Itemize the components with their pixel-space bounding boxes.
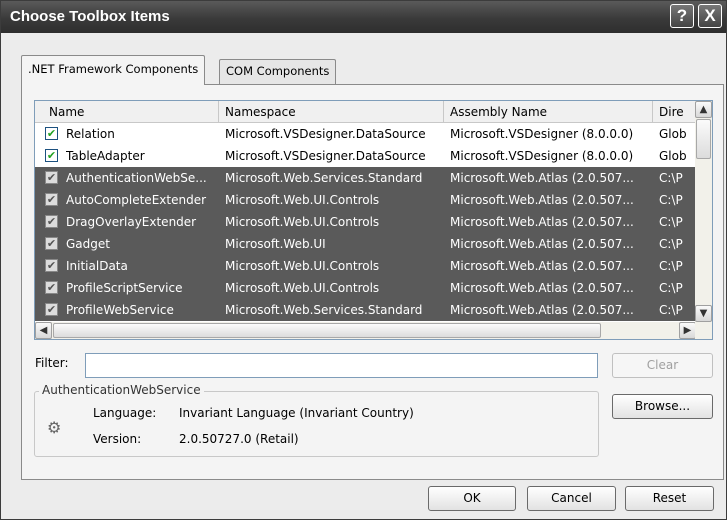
tab-net-framework-components[interactable]: .NET Framework Components — [21, 55, 206, 85]
row-checkbox[interactable]: ✔ — [45, 237, 58, 250]
tab-label: COM Components — [226, 64, 330, 78]
tab-label: .NET Framework Components — [28, 62, 199, 76]
table-row[interactable]: ✔ ProfileScriptService Microsoft.Web.UI.Co… — [35, 277, 697, 299]
cell-assembly: Microsoft.VSDesigner (8.0.0.0) — [450, 149, 634, 163]
cell-directory: C:\P — [659, 303, 683, 317]
reset-button[interactable]: Reset — [625, 486, 714, 511]
cell-name: Relation — [66, 127, 115, 141]
cell-namespace: Microsoft.Web.UI.Controls — [225, 215, 380, 229]
row-checkbox[interactable]: ✔ — [45, 215, 58, 228]
column-header-namespace[interactable]: Namespace — [219, 101, 444, 123]
cell-directory: C:\P — [659, 193, 683, 207]
cell-assembly: Microsoft.Web.Atlas (2.0.507... — [450, 193, 634, 207]
row-checkbox[interactable]: ✔ — [45, 281, 58, 294]
row-checkbox[interactable]: ✔ — [45, 193, 58, 206]
cell-assembly: Microsoft.Web.Atlas (2.0.507... — [450, 259, 634, 273]
vertical-scroll-thumb[interactable] — [696, 119, 711, 159]
horizontal-scroll-thumb[interactable] — [53, 323, 601, 338]
table-row[interactable]: ✔ InitialData Microsoft.Web.UI.Controls Mic… — [35, 255, 697, 277]
window-title: Choose Toolbox Items — [10, 8, 170, 25]
cell-name: DragOverlayExtender — [66, 215, 197, 229]
filter-input[interactable] — [85, 353, 598, 378]
help-button[interactable]: ? — [670, 4, 694, 28]
details-group-title: AuthenticationWebService — [39, 383, 204, 397]
title-bar[interactable]: Choose Toolbox Items ? X — [1, 1, 726, 33]
cell-assembly: Microsoft.Web.Atlas (2.0.507... — [450, 281, 634, 295]
cell-namespace: Microsoft.Web.Services.Standard — [225, 171, 423, 185]
cell-directory: Glob — [659, 149, 687, 163]
cell-assembly: Microsoft.Web.Atlas (2.0.507... — [450, 171, 634, 185]
column-header-name[interactable]: Name — [35, 101, 219, 123]
table-row[interactable]: ✔ ProfileWebService Microsoft.Web.Services… — [35, 299, 697, 321]
row-checkbox[interactable]: ✔ — [45, 171, 58, 184]
cell-directory: C:\P — [659, 281, 683, 295]
cell-name: TableAdapter — [66, 149, 145, 163]
language-value: Invariant Language (Invariant Country) — [179, 406, 414, 420]
cell-directory: C:\P — [659, 237, 683, 251]
language-label: Language: — [93, 406, 157, 420]
cell-name: AuthenticationWebSe... — [66, 171, 207, 185]
cell-name: ProfileScriptService — [66, 281, 183, 295]
cell-name: ProfileWebService — [66, 303, 174, 317]
cell-namespace: Microsoft.Web.Services.Standard — [225, 303, 423, 317]
scroll-up-arrow-icon[interactable]: ▲ — [695, 101, 712, 118]
table-row[interactable]: ✔ Gadget Microsoft.Web.UI Microsoft.Web.Atl… — [35, 233, 697, 255]
column-header-directory[interactable]: Dire — [653, 101, 697, 123]
browse-button[interactable]: Browse... — [612, 394, 713, 419]
component-details-group: AuthenticationWebService ⚙ Language: Inv… — [34, 383, 599, 457]
cell-assembly: Microsoft.Web.Atlas (2.0.507... — [450, 237, 634, 251]
table-row[interactable]: ✔ DragOverlayExtender Microsoft.Web.UI.Con… — [35, 211, 697, 233]
cell-name: InitialData — [66, 259, 128, 273]
row-checkbox[interactable]: ✔ — [45, 303, 58, 316]
horizontal-scrollbar[interactable]: ◀ ▶ — [35, 322, 712, 339]
cell-namespace: Microsoft.VSDesigner.DataSource — [225, 127, 426, 141]
tab-com-components[interactable]: COM Components — [219, 59, 337, 84]
components-list[interactable]: Name Namespace Assembly Name Dire ✔ Relat… — [34, 100, 713, 340]
cell-assembly: Microsoft.Web.Atlas (2.0.507... — [450, 215, 634, 229]
ok-button[interactable]: OK — [428, 486, 516, 511]
row-checkbox[interactable]: ✔ — [45, 259, 58, 272]
cell-name: AutoCompleteExtender — [66, 193, 207, 207]
cell-directory: C:\P — [659, 215, 683, 229]
gear-icon: ⚙ — [47, 418, 62, 437]
clear-button[interactable]: Clear — [612, 353, 713, 378]
cell-directory: C:\P — [659, 171, 683, 185]
filter-label: Filter: — [35, 356, 69, 370]
scroll-right-arrow-icon[interactable]: ▶ — [679, 322, 696, 339]
row-checkbox[interactable]: ✔ — [45, 127, 58, 140]
cancel-button[interactable]: Cancel — [527, 486, 616, 511]
vertical-scrollbar[interactable]: ▲ ▼ — [695, 101, 712, 322]
version-label: Version: — [93, 432, 142, 446]
cell-namespace: Microsoft.Web.UI.Controls — [225, 281, 380, 295]
scrollbar-corner — [695, 322, 712, 339]
table-row[interactable]: ✔ AuthenticationWebSe... Microsoft.Web.Ser… — [35, 167, 697, 189]
scroll-down-arrow-icon[interactable]: ▼ — [695, 305, 712, 322]
cell-namespace: Microsoft.VSDesigner.DataSource — [225, 149, 426, 163]
row-checkbox[interactable]: ✔ — [45, 149, 58, 162]
table-row[interactable]: ✔ TableAdapter Microsoft.VSDesigner.DataSo… — [35, 145, 697, 167]
column-header-assembly-name[interactable]: Assembly Name — [444, 101, 653, 123]
scroll-left-arrow-icon[interactable]: ◀ — [35, 322, 52, 339]
close-button[interactable]: X — [698, 4, 722, 28]
cell-namespace: Microsoft.Web.UI — [225, 237, 326, 251]
version-value: 2.0.50727.0 (Retail) — [179, 432, 299, 446]
cell-assembly: Microsoft.VSDesigner (8.0.0.0) — [450, 127, 634, 141]
choose-toolbox-items-dialog: Choose Toolbox Items ? X .NET Framework … — [0, 0, 727, 520]
list-header: Name Namespace Assembly Name Dire — [35, 101, 697, 123]
cell-directory: Glob — [659, 127, 687, 141]
cell-directory: C:\P — [659, 259, 683, 273]
cell-namespace: Microsoft.Web.UI.Controls — [225, 193, 380, 207]
table-row[interactable]: ✔ Relation Microsoft.VSDesigner.DataSource… — [35, 123, 697, 145]
table-row[interactable]: ✔ AutoCompleteExtender Microsoft.Web.UI.Co… — [35, 189, 697, 211]
cell-name: Gadget — [66, 237, 110, 251]
cell-assembly: Microsoft.Web.Atlas (2.0.507... — [450, 303, 634, 317]
cell-namespace: Microsoft.Web.UI.Controls — [225, 259, 380, 273]
